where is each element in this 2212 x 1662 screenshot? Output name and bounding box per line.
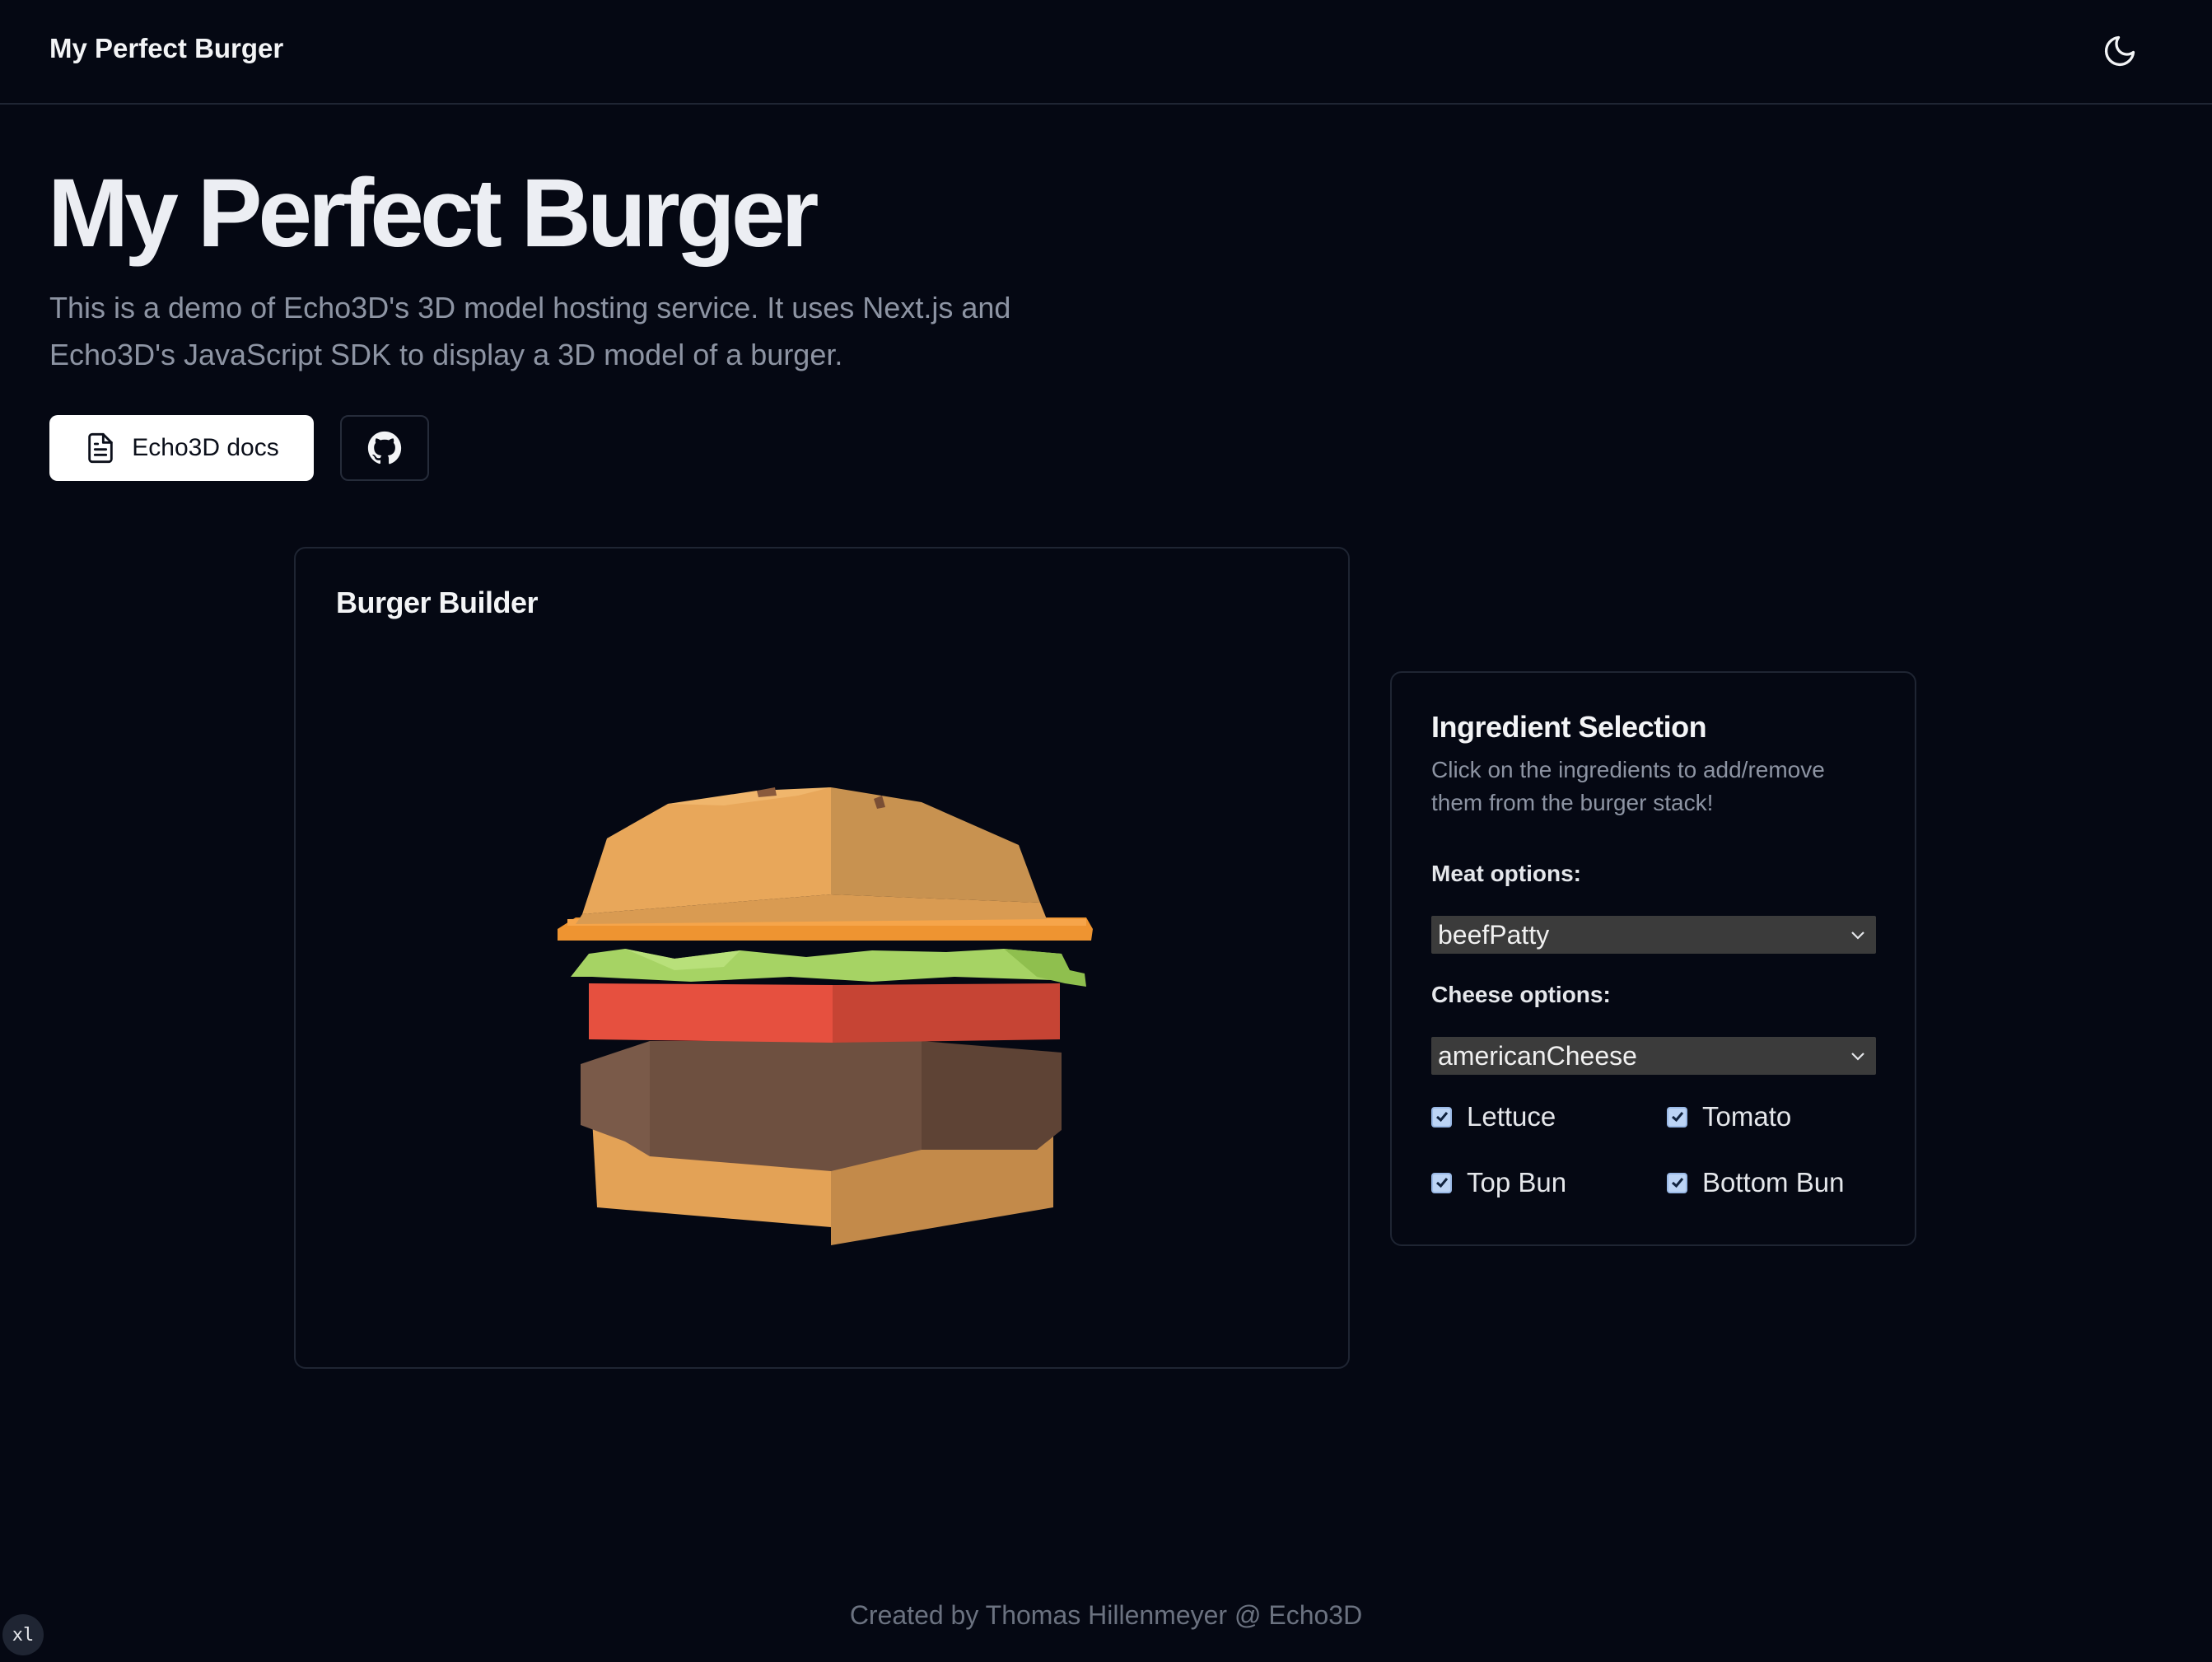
meat-options-value: beefPatty [1438,919,1550,950]
top-navbar: My Perfect Burger [0,0,2212,105]
lettuce-label: Lettuce [1467,1101,1556,1132]
echo3d-docs-button[interactable]: Echo3D docs [49,415,314,481]
lettuce-layer [571,949,1086,987]
ingredient-selection-title: Ingredient Selection [1431,710,1707,744]
top-bun-toggle[interactable]: Top Bun [1431,1167,1566,1198]
page-title: My Perfect Burger [48,159,819,268]
cheese-options-value: americanCheese [1438,1040,1637,1071]
tomato-toggle[interactable]: Tomato [1667,1101,1791,1132]
chevron-down-icon [1850,929,1866,941]
meat-options-label: Meat options: [1431,861,1581,886]
chevron-down-icon [1850,1050,1866,1062]
burger-builder-card: Burger Builder [294,547,1350,1369]
cheese-options-select[interactable]: americanCheese [1431,1037,1876,1075]
page: My Perfect Burger My Perfect Burger This… [0,0,2212,1662]
github-icon [367,431,402,465]
burger-builder-title: Burger Builder [336,586,539,619]
theme-toggle-button[interactable] [2097,28,2143,74]
lettuce-toggle[interactable]: Lettuce [1431,1101,1556,1132]
document-icon [88,432,114,464]
meat-options-select[interactable]: beefPatty [1431,916,1876,954]
tomato-label: Tomato [1702,1101,1792,1132]
cheese-options-label: Cheese options: [1431,982,1611,1007]
top-bun-checkbox[interactable] [1431,1172,1452,1193]
top-bun-layer [576,787,1047,924]
footer-credit: Created by Thomas Hillenmeyer @ Echo3D [849,1600,1363,1630]
tomato-checkbox[interactable] [1667,1106,1687,1127]
bottom-bun-checkbox[interactable] [1667,1172,1687,1193]
lettuce-checkbox[interactable] [1431,1106,1452,1127]
burger-3d-viewer[interactable] [543,746,1103,1257]
breakpoint-badge: xl [2,1614,44,1655]
moon-icon [2104,35,2135,67]
top-bun-label: Top Bun [1467,1167,1567,1197]
page-description: This is a demo of Echo3D's 3D model host… [49,291,1011,371]
brand-title[interactable]: My Perfect Burger [49,33,283,64]
bottom-bun-toggle[interactable]: Bottom Bun [1667,1167,1844,1198]
bottom-bun-label: Bottom Bun [1702,1167,1845,1197]
echo3d-docs-label: Echo3D docs [132,434,279,461]
ingredient-selection-card: Ingredient Selection Click on the ingred… [1390,671,1916,1246]
tomato-layer [589,983,1060,1043]
ingredient-selection-description: Click on the ingredients to add/remove t… [1431,757,1825,815]
github-button[interactable] [340,415,429,481]
